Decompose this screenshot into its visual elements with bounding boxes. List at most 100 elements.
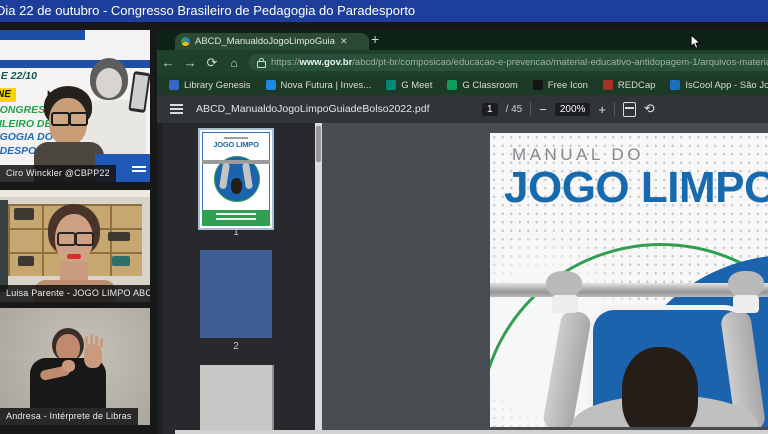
participant-caption: Luisa Parente - JOGO LIMPO ABCD (0, 285, 150, 302)
bookmark-label: G Meet (401, 79, 433, 91)
divider (614, 102, 616, 116)
fit-page-icon[interactable] (623, 101, 637, 117)
pdf-content-area: JOGO LIMPO 1 2 MANUAL DO JOGO LIMPO (157, 123, 768, 434)
page-number-input[interactable]: 1 (482, 102, 498, 116)
browser-window: ABCD_ManualdoJogoLimpoGuia ✕ + ← → ⟳ ⌂ h… (157, 30, 768, 434)
glasses-icon (69, 112, 88, 126)
slide-top-band (0, 30, 85, 40)
pdf-favicon-icon (181, 37, 190, 46)
bookmark-redcap[interactable]: REDCap (602, 79, 656, 91)
glasses-icon (57, 232, 76, 246)
bookmark-icon (447, 80, 458, 90)
cover-barbell (490, 283, 768, 297)
pdf-controls: 1 / 45 − 200% + ⟳ (482, 95, 655, 123)
browser-toolbar: ← → ⟳ ⌂ https://www.gov.br/abcd/pt-br/co… (157, 50, 768, 75)
bookmark-icon (532, 80, 543, 90)
bookmark-nova-futura[interactable]: Nova Futura | Inves... (265, 79, 372, 91)
zoom-level[interactable]: 200% (554, 102, 591, 116)
zoom-in-button[interactable]: + (598, 102, 606, 117)
bookmark-label: G Classroom (462, 79, 518, 91)
reload-icon[interactable]: ⟳ (201, 55, 223, 71)
screen: Dia 22 de outubro - Congresso Brasileiro… (0, 0, 768, 434)
bookmark-icon (265, 80, 276, 90)
bookmark-icon (386, 80, 397, 90)
thumbnail-label: 2 (233, 341, 239, 352)
cover-athlete-head (622, 347, 698, 427)
scrollbar-thumb[interactable] (316, 126, 321, 162)
thumbnail-page-1[interactable]: JOGO LIMPO (198, 128, 274, 230)
url-protocol: https:// (271, 57, 300, 68)
room-ceiling (0, 190, 150, 197)
bookmark-label: Free Icon (547, 79, 588, 91)
thumbnail-page-2[interactable] (200, 250, 272, 338)
bookmark-label: Library Genesis (184, 79, 251, 91)
tab-title: ABCD_ManualdoJogoLimpoGuia (195, 36, 335, 47)
pdf-toolbar: ABCD_ManualdoJogoLimpoGuiadeBolso2022.pd… (157, 95, 768, 123)
bookmark-label: IsCool App - São Jo... (685, 79, 768, 91)
mini-cover-footer (202, 210, 270, 226)
slide-guest-photo (82, 40, 150, 158)
bookmark-icon (670, 80, 681, 90)
rotate-icon[interactable]: ⟳ (644, 101, 655, 117)
page-total: / 45 (505, 103, 523, 115)
cursor-icon (690, 34, 701, 49)
pdf-filename: ABCD_ManualdoJogoLimpoGuiadeBolso2022.pd… (196, 103, 430, 115)
promo-badge: NE (0, 87, 16, 102)
bookmark-library-genesis[interactable]: Library Genesis (169, 80, 251, 91)
divider (530, 102, 532, 116)
participant-lips (67, 254, 81, 259)
close-icon[interactable]: ✕ (340, 36, 348, 47)
webcam-tile-luisa[interactable]: Luisa Parente - JOGO LIMPO ABCD (0, 190, 150, 302)
horizontal-scrollbar[interactable] (175, 430, 768, 434)
glasses-icon (75, 232, 94, 246)
url-path: /abcd/pt-br/composicao/educacao-e-preven… (352, 57, 768, 68)
mini-cover-head (231, 178, 242, 194)
video-title-bar: Dia 22 de outubro - Congresso Brasileiro… (0, 0, 768, 22)
bookmark-label: REDCap (617, 79, 656, 91)
mini-cover-title: JOGO LIMPO (213, 140, 259, 149)
browser-tab[interactable]: ABCD_ManualdoJogoLimpoGuia ✕ (175, 33, 369, 50)
promo-date: 1 E 22/10 (0, 70, 37, 82)
sidebar-scrollbar[interactable] (315, 123, 322, 434)
pdf-thumbnail-sidebar: JOGO LIMPO 1 2 (162, 123, 315, 434)
room-side (0, 200, 8, 292)
cover-title: JOGO LIMPO (504, 163, 768, 212)
back-icon[interactable]: ← (157, 55, 179, 70)
bookmark-icon (169, 80, 179, 90)
bookmark-g-meet[interactable]: G Meet (386, 80, 432, 91)
phone-icon (128, 71, 150, 113)
interpreter-fist (62, 360, 75, 372)
forward-icon[interactable]: → (179, 55, 201, 70)
address-bar[interactable]: https://www.gov.br/abcd/pt-br/composicao… (249, 54, 768, 71)
menu-icon[interactable] (170, 102, 183, 116)
zoom-out-button[interactable]: − (539, 102, 547, 117)
participant-caption: Ciro Winckler @CBPP22 (0, 165, 116, 182)
mini-cover-kicker (224, 137, 248, 139)
slide-logo (132, 164, 146, 174)
participant-caption: Andresa - Intérprete de Libras (0, 408, 138, 425)
home-icon[interactable]: ⌂ (223, 56, 245, 70)
lock-icon (257, 57, 266, 68)
thumbnail-page-3[interactable] (200, 365, 274, 434)
page-url: https://www.gov.br/abcd/pt-br/composicao… (271, 57, 768, 68)
cover-wrist-wrap (552, 295, 578, 313)
cover-wrist-wrap (733, 295, 759, 313)
pdf-cover-page: MANUAL DO JOGO LIMPO (490, 133, 768, 427)
cover-athlete-hand (546, 271, 582, 297)
bookmark-label: Nova Futura | Inves... (280, 79, 372, 91)
interpreter-hand (84, 344, 102, 368)
cover-athlete-hand (728, 271, 764, 297)
url-domain: www.gov.br (299, 57, 353, 68)
bookmark-iscool-app[interactable]: IsCool App - São Jo... (670, 80, 768, 91)
mini-cover-bar (202, 160, 270, 164)
new-tab-button[interactable]: + (371, 31, 379, 47)
bookmark-free-icon[interactable]: Free Icon (532, 79, 588, 91)
bookmark-g-classroom[interactable]: G Classroom (447, 79, 518, 91)
webcam-tile-ciro[interactable]: 1 E 22/10 NE CONGRESSO SILEIRO DE AGOGIA… (0, 30, 150, 182)
glasses-icon (51, 112, 70, 126)
webcam-tile-andresa[interactable]: Andresa - Intérprete de Libras (0, 308, 150, 425)
bookmarks-bar: Library Genesis Nova Futura | Inves... G… (157, 75, 768, 95)
video-title: Dia 22 de outubro - Congresso Brasileiro… (0, 3, 416, 18)
thumbnail-label: 1 (233, 227, 239, 238)
tab-strip: ABCD_ManualdoJogoLimpoGuia ✕ + (157, 30, 768, 50)
